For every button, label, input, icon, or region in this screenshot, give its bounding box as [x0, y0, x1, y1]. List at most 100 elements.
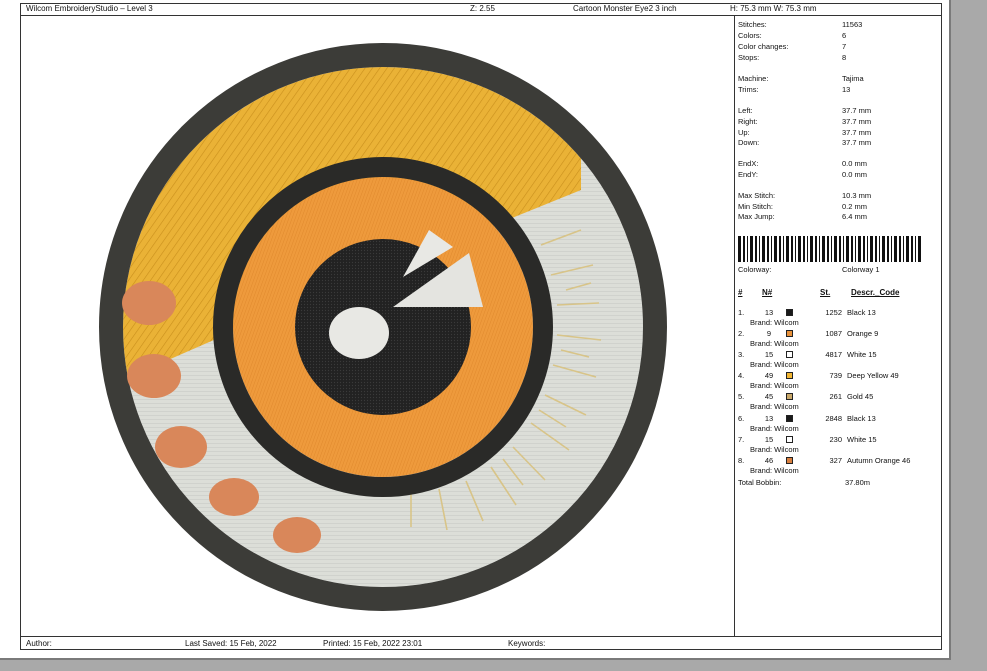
colorway-value: Colorway 1 [842, 265, 880, 274]
print-preview-page: Wilcom EmbroideryStudio – Level 3 Z: 2.5… [0, 0, 951, 660]
stat-color-changes: Color changes: 7 [738, 42, 847, 51]
barcode-bar [795, 236, 796, 262]
barcode-bar [903, 236, 904, 262]
barcode-bar [807, 236, 808, 262]
barcode-bar [891, 236, 892, 262]
color-swatch [786, 393, 793, 400]
design-name: Cartoon Monster Eye2 3 inch [573, 4, 677, 13]
colorway-label: Colorway: [738, 265, 772, 274]
barcode-bar [747, 236, 748, 262]
stat-max-stitch: Max Stitch: 10.3 mm [738, 191, 872, 200]
barcode-bar [827, 236, 829, 262]
barcode-bar [915, 236, 916, 262]
barcode-bar [831, 236, 832, 262]
barcode-bar [779, 236, 781, 262]
barcode-bar [759, 236, 760, 262]
stat-trims: Trims: 13 [738, 85, 851, 94]
barcode-bar [834, 236, 837, 262]
barcode-bar [875, 236, 877, 262]
color-swatch [786, 351, 793, 358]
color-swatch [786, 436, 793, 443]
barcode-bar [815, 236, 817, 262]
embroidery-design-preview [99, 43, 667, 611]
total-bobbin-label: Total Bobbin: [738, 478, 782, 487]
barcode-bar [887, 236, 889, 262]
barcode-bar [791, 236, 793, 262]
stat-endy: EndY: 0.0 mm [738, 170, 868, 179]
barcode-bar [879, 236, 880, 262]
barcode-bar [899, 236, 901, 262]
col-header-index: # [738, 288, 743, 297]
total-bobbin-value: 37.80m [845, 478, 871, 487]
color-row: 2. 9 1087 Orange 9 Brand: Wilcom [738, 329, 879, 348]
barcode-bar [810, 236, 813, 262]
stat-right: Right: 37.7 mm [738, 117, 872, 126]
barcode-bar [819, 236, 820, 262]
stat-up: Up: 37.7 mm [738, 128, 872, 137]
color-row: 3. 15 4817 White 15 Brand: Wilcom [738, 350, 877, 369]
color-swatch [786, 415, 793, 422]
colorway-row: Colorway: Colorway 1 [738, 265, 938, 275]
barcode-bar [858, 236, 861, 262]
barcode-bar [822, 236, 825, 262]
barcode [738, 236, 921, 262]
col-header-stitches: St. [820, 288, 831, 297]
footer-author: Author: [26, 639, 52, 648]
barcode-bar [771, 236, 772, 262]
footer-last-saved: Last Saved: 15 Feb, 2022 [185, 639, 277, 648]
barcode-bar [867, 236, 868, 262]
barcode-bar [918, 236, 921, 262]
barcode-bar [786, 236, 789, 262]
barcode-bar [843, 236, 844, 262]
footer-keywords: Keywords: [508, 639, 546, 648]
barcode-bar [750, 236, 753, 262]
barcode-bar [894, 236, 897, 262]
barcode-bar [855, 236, 856, 262]
col-header-description: Descr._Code [851, 288, 900, 297]
color-swatch [786, 372, 793, 379]
barcode-bar [839, 236, 841, 262]
color-row: 7. 15 230 White 15 Brand: Wilcom [738, 435, 877, 454]
barcode-bar [863, 236, 865, 262]
stat-endx: EndX: 0.0 mm [738, 159, 868, 168]
color-row: 1. 13 1252 Black 13 Brand: Wilcom [738, 308, 876, 327]
barcode-bar [911, 236, 913, 262]
stat-down: Down: 37.7 mm [738, 138, 872, 147]
barcode-bar [774, 236, 777, 262]
barcode-bar [783, 236, 784, 262]
barcode-bar [882, 236, 885, 262]
barcode-bar [767, 236, 769, 262]
stat-left: Left: 37.7 mm [738, 106, 872, 115]
barcode-bar [906, 236, 909, 262]
stat-min-stitch: Min Stitch: 0.2 mm [738, 202, 868, 211]
footer-printed: Printed: 15 Feb, 2022 23:01 [323, 639, 423, 648]
footer-divider [20, 636, 942, 637]
design-dimensions: H: 75.3 mm W: 75.3 mm [730, 4, 817, 13]
color-row: 5. 45 261 Gold 45 Brand: Wilcom [738, 392, 874, 411]
col-header-number: N# [762, 288, 773, 297]
color-swatch [786, 457, 793, 464]
app-title: Wilcom EmbroideryStudio – Level 3 [26, 4, 153, 13]
barcode-bar [743, 236, 745, 262]
color-row: 4. 49 739 Deep Yellow 49 Brand: Wilcom [738, 371, 899, 390]
color-swatch [786, 309, 793, 316]
pupil-highlight [329, 307, 389, 359]
color-row: 6. 13 2848 Black 13 Brand: Wilcom [738, 414, 876, 433]
stat-max-jump: Max Jump: 6.4 mm [738, 212, 868, 221]
color-swatch [786, 330, 793, 337]
barcode-bar [755, 236, 757, 262]
barcode-bar [798, 236, 801, 262]
barcode-bar [762, 236, 765, 262]
stat-stops: Stops: 8 [738, 53, 847, 62]
total-bobbin: Total Bobbin: 37.80m [738, 478, 938, 488]
stat-colors: Colors: 6 [738, 31, 847, 40]
barcode-bar [803, 236, 805, 262]
barcode-bar [851, 236, 853, 262]
stat-stitches: Stitches: 11563 [738, 20, 863, 29]
panel-divider [734, 15, 735, 636]
color-row: 8. 46 327 Autumn Orange 46 Brand: Wilcom [738, 456, 911, 475]
barcode-bar [846, 236, 849, 262]
barcode-bar [870, 236, 873, 262]
zoom-level: Z: 2.55 [470, 4, 495, 13]
barcode-bar [738, 236, 741, 262]
